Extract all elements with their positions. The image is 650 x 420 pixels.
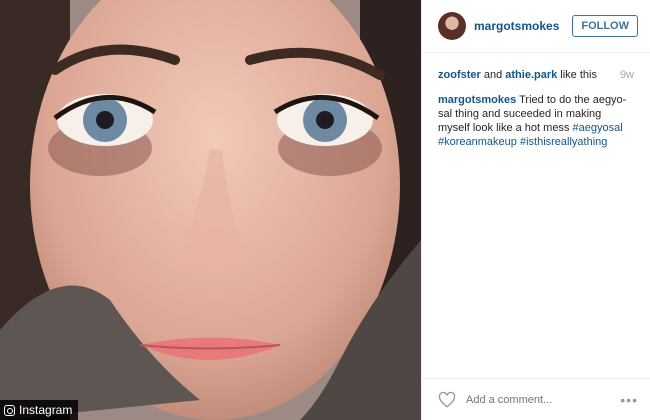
instagram-logo-icon	[4, 404, 15, 416]
hashtag-link[interactable]: #aegyosal	[573, 122, 623, 134]
post-time[interactable]: 9w	[620, 69, 634, 81]
likes-suffix: like this	[560, 69, 597, 81]
likes-text: zoofster and athie.park like this	[438, 69, 597, 81]
selfie-image	[0, 0, 421, 420]
comment-bar: •••	[422, 378, 650, 420]
more-options-icon[interactable]: •••	[620, 392, 638, 408]
likes-and: and	[483, 69, 503, 81]
instagram-watermark: Instagram	[0, 400, 79, 420]
liker-link-1[interactable]: zoofster	[438, 69, 481, 81]
post-sidebar: margotsmokes FOLLOW zoofster and athie.p…	[421, 0, 650, 420]
liker-link-2[interactable]: athie.park	[505, 69, 557, 81]
avatar[interactable]	[438, 12, 466, 40]
likes-row: zoofster and athie.park like this 9w	[422, 53, 650, 81]
follow-button[interactable]: FOLLOW	[572, 15, 638, 37]
post-photo[interactable]: Instagram	[0, 0, 421, 420]
username-link[interactable]: margotsmokes	[474, 19, 572, 33]
hashtag-link[interactable]: #koreanmakeup	[438, 136, 517, 148]
comment-input[interactable]	[464, 392, 621, 407]
caption-username[interactable]: margotsmokes	[438, 94, 516, 106]
post-header: margotsmokes FOLLOW	[422, 0, 650, 53]
caption: margotsmokes Tried to do the aegyo-sal t…	[422, 81, 650, 149]
heart-icon[interactable]	[438, 391, 456, 409]
hashtag-link[interactable]: #isthisreallyathing	[520, 136, 607, 148]
watermark-label: Instagram	[19, 403, 73, 417]
